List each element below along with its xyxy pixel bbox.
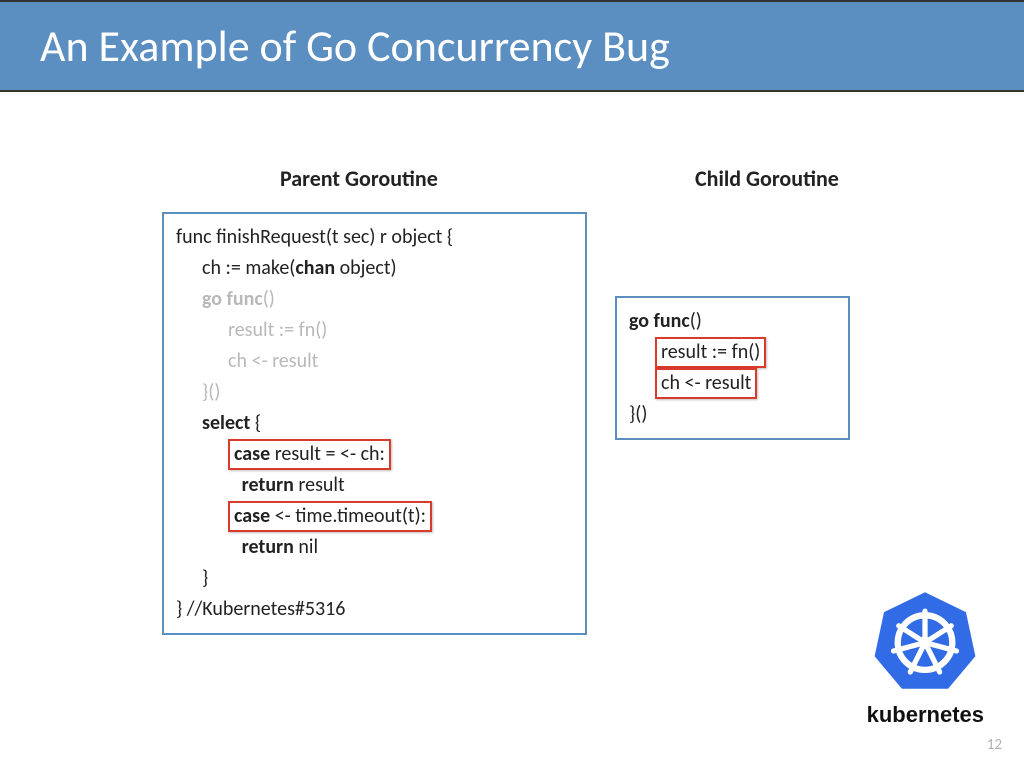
heading-parent: Parent Goroutine <box>280 165 438 192</box>
code-line: return nil <box>176 532 573 563</box>
title-bar: An Example of Go Concurrency Bug <box>0 0 1024 92</box>
code-line: } <box>176 563 573 594</box>
slide-title: An Example of Go Concurrency Bug <box>40 19 670 73</box>
kubernetes-wheel-icon <box>870 588 980 693</box>
code-line: go func() <box>176 284 573 315</box>
code-line: ch <- result <box>176 346 573 377</box>
code-line: go func() <box>629 306 836 337</box>
highlight-case-timeout: case <- time.timeout(t): <box>228 501 432 532</box>
code-line: select { <box>176 408 573 439</box>
code-line: }() <box>629 399 836 430</box>
code-line: case <- time.timeout(t): <box>176 501 573 532</box>
code-line: case result = <- ch: <box>176 439 573 470</box>
code-line: ch := make(chan object) <box>176 253 573 284</box>
code-line: return result <box>176 470 573 501</box>
code-parent: func finishRequest(t sec) r object { ch … <box>162 212 587 635</box>
page-number: 12 <box>987 736 1002 754</box>
code-line: func finishRequest(t sec) r object { <box>176 222 573 253</box>
code-line: } //Kubernetes#5316 <box>176 594 573 625</box>
highlight-child-result: result := fn() <box>655 337 766 368</box>
code-line: result := fn() <box>629 337 836 368</box>
kubernetes-logo: kubernetes <box>867 588 984 728</box>
highlight-case-recv: case result = <- ch: <box>228 439 391 470</box>
code-child: go func() result := fn() ch <- result }(… <box>615 296 850 440</box>
slide: An Example of Go Concurrency Bug Parent … <box>0 0 1024 768</box>
code-line: ch <- result <box>629 368 836 399</box>
heading-child: Child Goroutine <box>695 165 839 192</box>
highlight-child-send: ch <- result <box>655 368 757 399</box>
kubernetes-label: kubernetes <box>867 702 984 728</box>
code-line: }() <box>176 377 573 408</box>
code-line: result := fn() <box>176 315 573 346</box>
